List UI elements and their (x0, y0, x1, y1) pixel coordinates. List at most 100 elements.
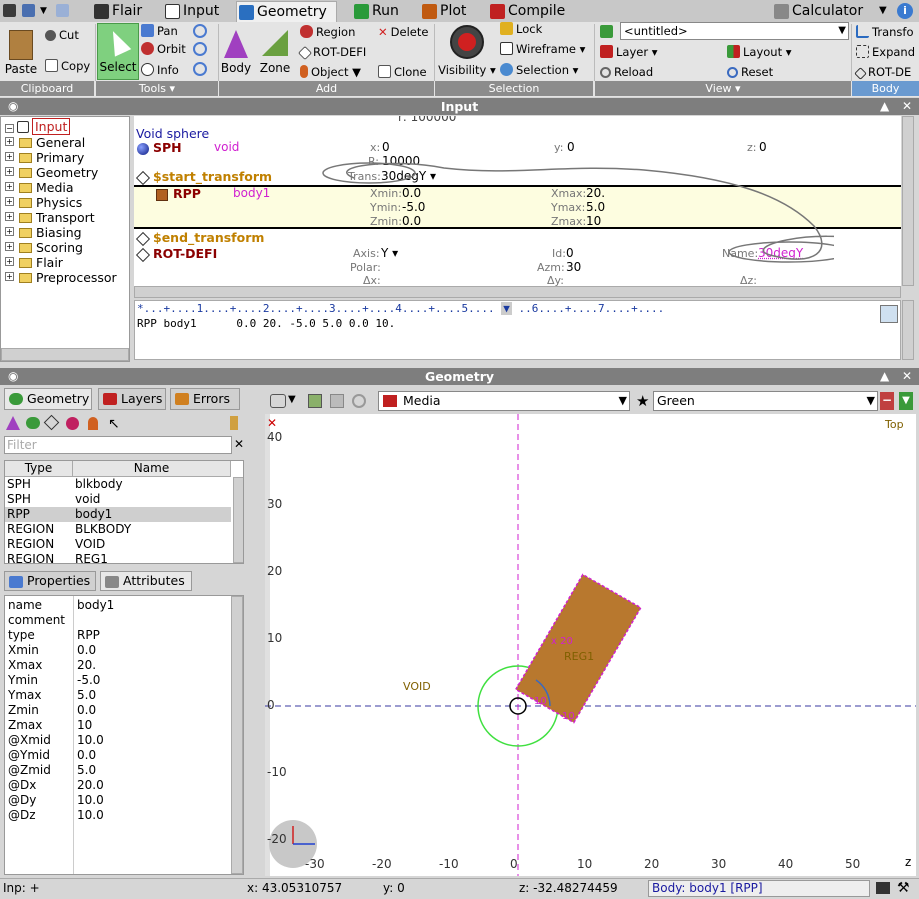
info-icon[interactable]: i (897, 3, 913, 19)
input-hscrollbar[interactable] (134, 286, 901, 298)
region-filter-icon[interactable] (26, 417, 40, 429)
reset-button[interactable]: Reset (727, 65, 773, 79)
attr-row[interactable]: @Dy 10.0 (8, 793, 104, 808)
delete-button[interactable]: ✕ Delete (378, 25, 428, 39)
wireframe-button[interactable]: Wireframe ▾ (500, 42, 585, 56)
panel-menu-icon[interactable]: ◉ (8, 368, 18, 385)
tab-geometry[interactable]: Geometry (236, 1, 337, 22)
input-editor[interactable]: r: 100000 Void sphere SPH void x: 0 y: 0… (134, 116, 901, 286)
viewport-menu-icon[interactable] (270, 394, 286, 408)
card-start-transform[interactable]: $start_transform (153, 169, 272, 184)
table-row[interactable]: REGION REG1 (5, 552, 231, 563)
input-vscrollbar[interactable] (902, 116, 914, 286)
zoom-in-icon[interactable] (193, 42, 207, 56)
table-row-selected[interactable]: RPP body1 (5, 507, 231, 522)
expand-button[interactable]: Expand (856, 45, 915, 59)
viewport-select[interactable]: <untitled> ▼ (620, 22, 849, 40)
tree-item-media[interactable]: + Media (5, 180, 74, 195)
attr-row[interactable]: Ymax 5.0 (8, 688, 96, 703)
maximize-icon[interactable]: ▲ (880, 368, 889, 385)
rotdefi-body-button[interactable]: ROT-DE (854, 65, 911, 80)
paste-button[interactable]: Paste (4, 30, 38, 76)
layout-menu[interactable]: Layout ▾ (727, 45, 792, 59)
tree-item-general[interactable]: + General (5, 135, 85, 150)
tree-item-preprocessor[interactable]: + Preprocessor (5, 270, 117, 285)
save-icon[interactable] (3, 4, 16, 17)
tab-plot[interactable]: Plot (420, 1, 475, 22)
table-vscrollbar[interactable] (233, 477, 243, 563)
selection-menu[interactable]: Selection ▾ (500, 63, 578, 77)
forward-icon[interactable] (330, 394, 344, 408)
tab-run[interactable]: Run (352, 1, 404, 22)
table-row[interactable]: REGION BLKBODY (5, 522, 231, 537)
zoom-out-icon[interactable] (193, 62, 207, 76)
attr-row[interactable]: Ymin -5.0 (8, 673, 100, 688)
edit-icon[interactable] (880, 305, 898, 323)
y-value[interactable]: 0 (567, 140, 575, 154)
table-row[interactable]: SPH blkbody (5, 477, 231, 492)
zoom-icon[interactable] (193, 24, 207, 38)
minus-icon[interactable]: − (880, 392, 894, 410)
star-icon[interactable]: ★ (636, 392, 649, 410)
tab-layers[interactable]: Layers (98, 388, 166, 410)
attr-row[interactable]: @Ymid 0.0 (8, 748, 96, 763)
tools-group-title[interactable]: Tools ▾ (96, 81, 218, 96)
tab-attributes[interactable]: Attributes (100, 571, 192, 591)
comment-void-sphere[interactable]: Void sphere (136, 126, 209, 141)
chevron-down-icon[interactable]: ▼ (288, 394, 296, 405)
panel-menu-icon[interactable]: ◉ (8, 98, 18, 115)
object-menu[interactable]: Object ▼ (300, 65, 361, 79)
tools-icon[interactable]: ⚒ (897, 880, 910, 896)
viewport-canvas[interactable] (265, 414, 916, 876)
column-name[interactable]: Name (73, 461, 231, 477)
region-button[interactable]: Region (300, 25, 355, 39)
copy-button[interactable]: Copy (45, 59, 90, 73)
attr-vscrollbar[interactable] (231, 596, 243, 874)
tab-input[interactable]: Input (163, 1, 231, 22)
refresh-icon[interactable] (352, 394, 366, 408)
object-filter-icon[interactable] (88, 417, 98, 430)
clone-button[interactable]: Clone (378, 65, 427, 79)
tree-item-scoring[interactable]: + Scoring (5, 240, 83, 255)
layer-menu[interactable]: Layer ▾ (600, 45, 658, 59)
x-value[interactable]: 0 (382, 140, 390, 154)
attr-row[interactable]: Xmax 20. (8, 658, 96, 673)
transform-filter-icon[interactable] (43, 414, 60, 431)
zone-button[interactable]: Zone (258, 30, 292, 75)
tree-item-flair[interactable]: + Flair (5, 255, 63, 270)
layer-select[interactable]: Media ▼ (378, 391, 630, 411)
reload-button[interactable]: Reload (600, 65, 653, 79)
column-type[interactable]: Type (5, 461, 73, 477)
card-editor[interactable]: *...+....1....+....2....+....3....+....4… (134, 300, 901, 360)
clear-filter-icon[interactable]: ✕ (234, 437, 244, 451)
editor-vscrollbar[interactable] (902, 300, 914, 360)
tab-geometry-objects[interactable]: Geometry (4, 388, 92, 410)
table-row[interactable]: SPH void (5, 492, 231, 507)
info-button[interactable]: Info (141, 63, 179, 77)
brush-icon[interactable] (230, 416, 238, 430)
z-value[interactable]: 0 (759, 140, 767, 154)
tree-item-input[interactable]: − Input (5, 118, 71, 135)
attr-row[interactable]: Xmin 0.0 (8, 643, 96, 658)
chevron-down-icon[interactable]: ▼ (40, 6, 47, 16)
close-icon[interactable]: ✕ (902, 98, 912, 115)
rpp-name[interactable]: body1 (233, 186, 270, 200)
pan-button[interactable]: Pan (141, 24, 178, 38)
tab-compile[interactable]: Compile (488, 1, 570, 22)
undo-icon[interactable] (22, 4, 35, 17)
redo-icon[interactable] (56, 4, 69, 17)
close-icon[interactable]: ✕ (902, 368, 912, 385)
back-icon[interactable] (308, 394, 322, 408)
card-rotdefi[interactable]: ROT-DEFI (153, 246, 217, 261)
body-button[interactable]: Body (220, 30, 252, 75)
tree-hscrollbar[interactable] (1, 348, 129, 361)
geometry-viewport[interactable]: ✕ Top VOID REG1 x 20 10 10 -30 -20 -10 0 10 2… (265, 414, 916, 876)
card-text[interactable]: RPP body1 0.0 20. -5.0 5.0 0.0 10. (137, 317, 395, 330)
filter-input[interactable]: Filter (4, 436, 232, 454)
attr-row[interactable]: name body1 (8, 598, 114, 613)
cut-button[interactable]: Cut (45, 28, 79, 42)
orbit-button[interactable]: Orbit (141, 42, 186, 56)
card-end-transform[interactable]: $end_transform (153, 230, 264, 245)
tree-item-biasing[interactable]: + Biasing (5, 225, 82, 240)
tab-errors[interactable]: Errors (170, 388, 240, 410)
